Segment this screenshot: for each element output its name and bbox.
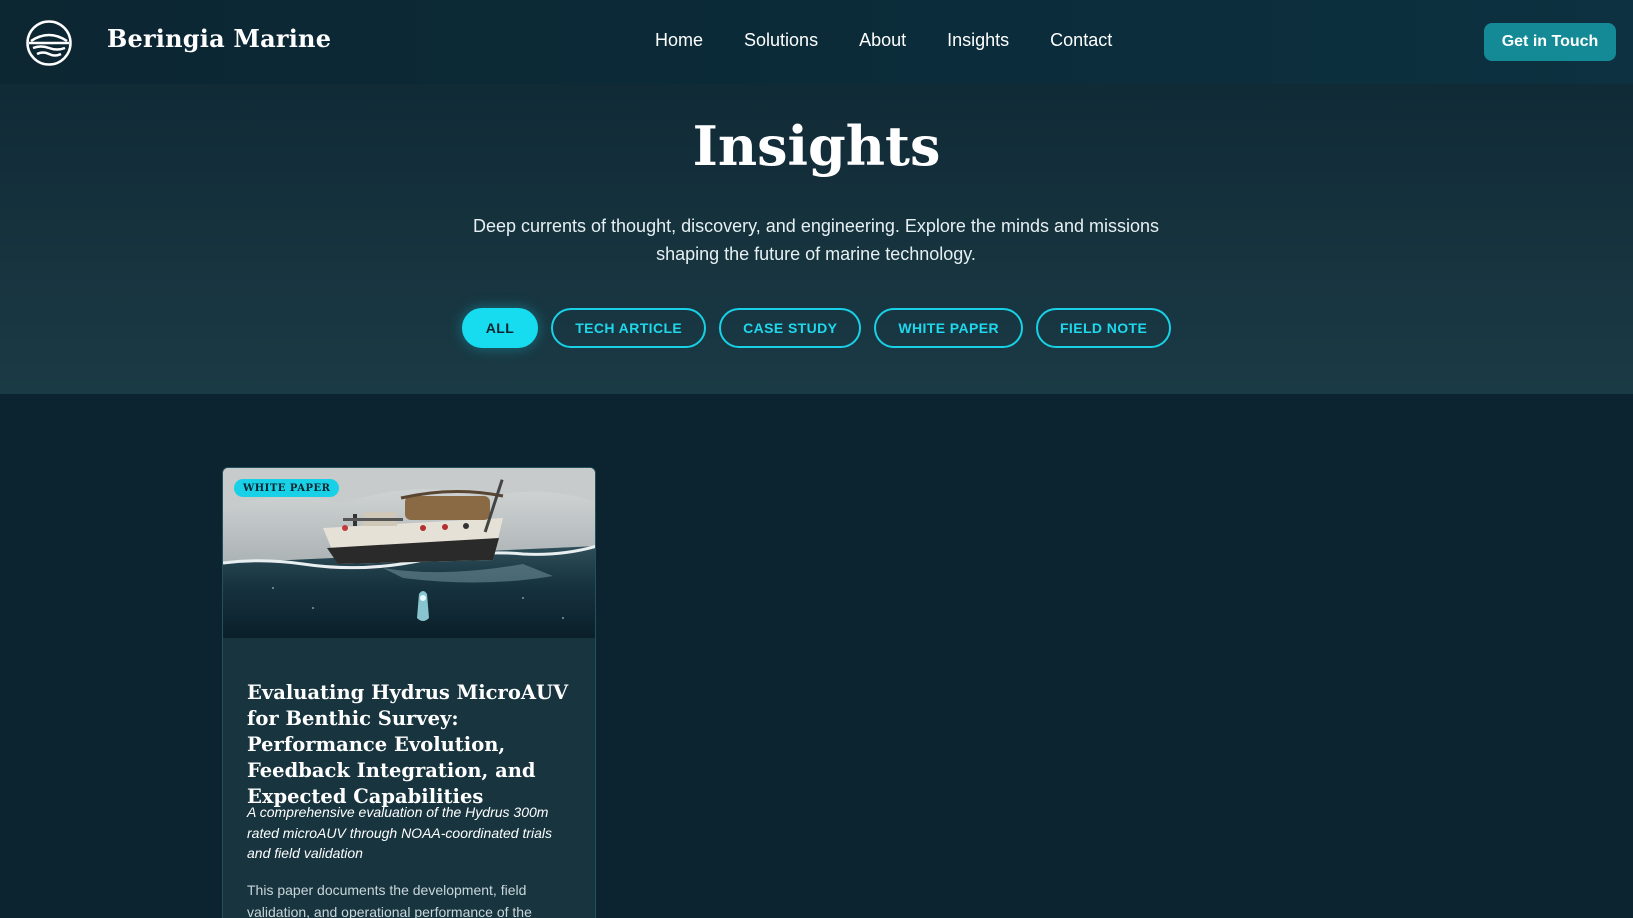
nav-solutions[interactable]: Solutions [744, 30, 818, 51]
filter-field-note[interactable]: FIELD NOTE [1035, 308, 1172, 348]
filter-white-paper[interactable]: WHITE PAPER [874, 308, 1023, 348]
page-title: Insights [692, 114, 941, 178]
filter-tech-article[interactable]: TECH ARTICLE [551, 308, 707, 348]
nav-home[interactable]: Home [655, 30, 703, 51]
page-subtitle: Deep currents of thought, discovery, and… [472, 216, 1160, 264]
site-header: Beringia Marine Home Solutions About Ins… [0, 0, 1633, 84]
article-title[interactable]: Evaluating Hydrus MicroAUV for Benthic S… [247, 680, 577, 810]
get-in-touch-button[interactable]: Get in Touch [1484, 23, 1616, 61]
article-type-badge: WHITE PAPER [234, 479, 340, 497]
article-excerpt: This paper documents the development, fi… [247, 882, 532, 918]
article-summary: A comprehensive evaluation of the Hydrus… [247, 804, 553, 861]
brand-name[interactable]: Beringia Marine [107, 24, 331, 53]
filter-all[interactable]: ALL [461, 308, 539, 348]
nav-contact[interactable]: Contact [1050, 30, 1112, 51]
nav-insights[interactable]: Insights [947, 30, 1009, 51]
logo-icon[interactable] [25, 19, 73, 67]
nav-about[interactable]: About [859, 30, 906, 51]
article-card[interactable]: WHITE PAPER Evaluating Hydrus MicroAUV f… [222, 467, 596, 918]
insights-hero: Insights Deep currents of thought, disco… [0, 84, 1633, 394]
filter-case-study[interactable]: CASE STUDY [719, 308, 862, 348]
article-image[interactable]: WHITE PAPER [223, 468, 595, 638]
category-filters: ALL TECH ARTICLE CASE STUDY WHITE PAPER … [0, 308, 1633, 348]
main-nav: Home Solutions About Insights Contact [655, 30, 1112, 51]
